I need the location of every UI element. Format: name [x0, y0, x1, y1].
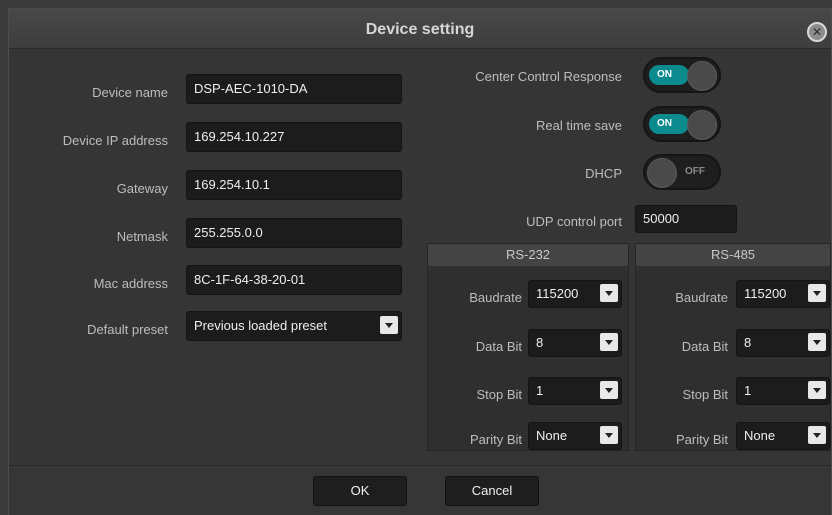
- netmask-field[interactable]: 255.255.0.0: [186, 218, 402, 248]
- default-preset-label: Default preset: [87, 322, 168, 337]
- toggle-knob: [687, 110, 717, 140]
- rs232-databit-dropdown[interactable]: 8: [528, 329, 622, 357]
- cancel-button[interactable]: Cancel: [445, 476, 539, 506]
- rs232-databit-label: Data Bit: [475, 339, 522, 354]
- dhcp-label: DHCP: [585, 166, 622, 181]
- dialog-title: Device setting: [365, 21, 475, 38]
- rs232-parity-value: None: [536, 428, 568, 443]
- udp-port-label: UDP control port: [526, 214, 622, 229]
- dialog-footer: OK Cancel: [9, 465, 831, 515]
- rs485-baudrate-value: 115200: [744, 286, 787, 301]
- default-preset-dropdown[interactable]: Previous loaded preset: [186, 311, 402, 341]
- toggle-knob: [647, 158, 677, 188]
- chevron-down-icon[interactable]: [600, 284, 618, 302]
- default-preset-value: Previous loaded preset: [194, 318, 327, 333]
- ip-address-label: Device IP address: [62, 133, 168, 148]
- device-name-label: Device name: [92, 85, 168, 100]
- chevron-down-icon[interactable]: [808, 381, 826, 399]
- chevron-down-icon[interactable]: [808, 333, 826, 351]
- real-time-save-label: Real time save: [536, 118, 622, 133]
- toggle-state-label: ON: [657, 69, 672, 80]
- dhcp-toggle[interactable]: OFF: [643, 154, 721, 190]
- chevron-down-icon[interactable]: [600, 426, 618, 444]
- netmask-label: Netmask: [116, 229, 168, 244]
- rs232-parity-dropdown[interactable]: None: [528, 422, 622, 450]
- rs232-parity-label: Parity Bit: [469, 432, 522, 447]
- rs485-stopbit-value: 1: [744, 383, 752, 398]
- rs232-title: RS-232: [428, 244, 628, 266]
- gateway-field[interactable]: 169.254.10.1: [186, 170, 402, 200]
- chevron-down-icon[interactable]: [808, 284, 826, 302]
- mac-address-label: Mac address: [93, 276, 168, 291]
- toggle-knob: [687, 61, 717, 91]
- device-setting-dialog: Device setting ✕ Device name DSP-AEC-101…: [8, 8, 832, 515]
- mac-address-field[interactable]: 8C-1F-64-38-20-01: [186, 265, 402, 295]
- rs485-baudrate-dropdown[interactable]: 115200: [736, 280, 830, 308]
- toggle-state-label: OFF: [685, 166, 705, 177]
- center-control-toggle[interactable]: ON: [643, 57, 721, 93]
- rs232-panel: RS-232 Baudrate 115200 Data Bit 8 Stop B…: [427, 243, 629, 451]
- rs485-baudrate-label: Baudrate: [675, 290, 728, 305]
- rs232-baudrate-label: Baudrate: [469, 290, 522, 305]
- ok-button[interactable]: OK: [313, 476, 407, 506]
- toggle-state-label: ON: [657, 118, 672, 129]
- rs232-databit-value: 8: [536, 335, 544, 350]
- chevron-down-icon[interactable]: [380, 316, 398, 334]
- rs485-title: RS-485: [636, 244, 830, 266]
- rs485-databit-label: Data Bit: [681, 339, 728, 354]
- chevron-down-icon[interactable]: [808, 426, 826, 444]
- ip-address-field[interactable]: 169.254.10.227: [186, 122, 402, 152]
- rs232-stopbit-dropdown[interactable]: 1: [528, 377, 622, 405]
- rs485-stopbit-label: Stop Bit: [682, 387, 728, 402]
- rs485-panel: RS-485 Baudrate 115200 Data Bit 8 Stop B…: [635, 243, 831, 451]
- rs232-stopbit-value: 1: [536, 383, 544, 398]
- udp-port-field[interactable]: 50000: [635, 205, 737, 233]
- chevron-down-icon[interactable]: [600, 333, 618, 351]
- title-bar[interactable]: Device setting ✕: [9, 9, 831, 49]
- chevron-down-icon[interactable]: [600, 381, 618, 399]
- rs232-baudrate-value: 115200: [536, 286, 579, 301]
- rs485-databit-value: 8: [744, 335, 752, 350]
- gateway-label: Gateway: [116, 181, 168, 196]
- rs485-parity-dropdown[interactable]: None: [736, 422, 830, 450]
- rs232-baudrate-dropdown[interactable]: 115200: [528, 280, 622, 308]
- close-icon[interactable]: ✕: [807, 22, 827, 42]
- real-time-save-toggle[interactable]: ON: [643, 106, 721, 142]
- center-control-label: Center Control Response: [475, 69, 622, 84]
- rs485-parity-value: None: [744, 428, 776, 443]
- rs485-stopbit-dropdown[interactable]: 1: [736, 377, 830, 405]
- device-name-field[interactable]: DSP-AEC-1010-DA: [186, 74, 402, 104]
- rs485-databit-dropdown[interactable]: 8: [736, 329, 830, 357]
- rs485-parity-label: Parity Bit: [675, 432, 728, 447]
- rs232-stopbit-label: Stop Bit: [476, 387, 522, 402]
